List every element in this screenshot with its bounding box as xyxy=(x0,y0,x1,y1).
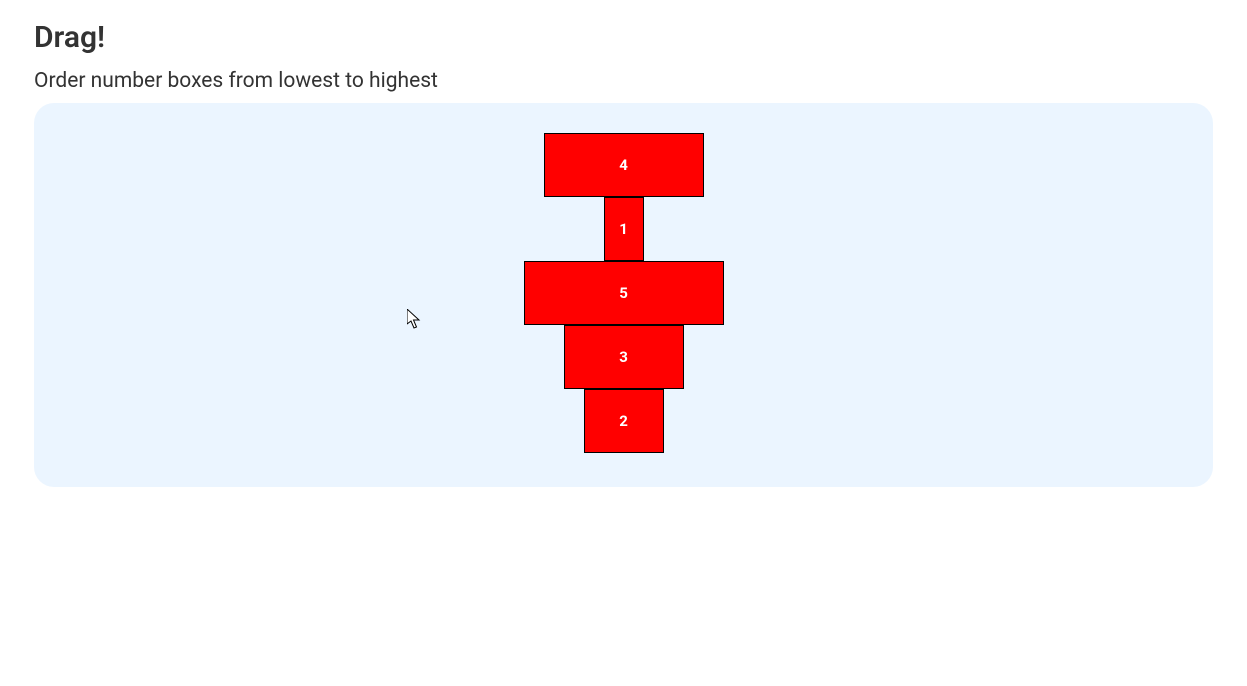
number-box[interactable]: 5 xyxy=(524,261,724,325)
number-box[interactable]: 2 xyxy=(584,389,664,453)
number-box[interactable]: 3 xyxy=(564,325,684,389)
number-box[interactable]: 4 xyxy=(544,133,704,197)
number-box[interactable]: 1 xyxy=(604,197,644,261)
instructions-text: Order number boxes from lowest to highes… xyxy=(34,69,1213,93)
drag-arena: 4 1 5 3 2 xyxy=(34,103,1213,487)
page-title: Drag! xyxy=(34,20,1213,55)
